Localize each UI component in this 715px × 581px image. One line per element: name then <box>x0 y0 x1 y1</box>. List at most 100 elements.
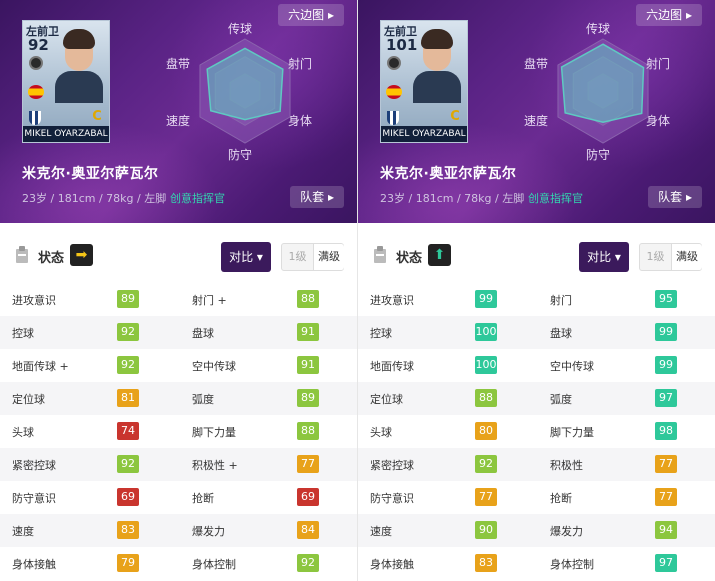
stat-name: 防守意识 <box>12 492 56 505</box>
stat-row: 紧密控球 92 积极性 + 77 <box>0 448 357 481</box>
team-kit-button[interactable]: 队套 ▸ <box>648 186 702 208</box>
condition-arrow-icon[interactable]: ➡ <box>70 244 93 266</box>
hexagon-radar-chart: 传球 射门 身体 防守 速度 盘带 <box>518 18 688 163</box>
stat-row: 紧密控球 92 积极性 77 <box>358 448 715 481</box>
stat-name: 弧度 <box>192 393 214 406</box>
stat-name: 身体接触 <box>12 558 56 571</box>
radar-label-speed: 速度 <box>166 114 191 128</box>
condition-arrow-icon[interactable]: ⬆ <box>428 244 451 266</box>
stat-row: 进攻意识 89 射门 + 88 <box>0 283 357 316</box>
club-crest-icon <box>29 111 41 125</box>
team-emblem-icon <box>387 56 401 70</box>
stat-name: 头球 <box>12 426 34 439</box>
compare-label: 对比 <box>229 250 254 264</box>
player-header: 六边图 ▸ 左前卫 92 C MIKEL OYARZABAL 传球 射门 身体 … <box>0 0 357 223</box>
stat-value-badge: 90 <box>475 521 497 539</box>
radar-label-passing: 传球 <box>586 22 611 36</box>
player-panel-max: 六边图 ▸ 左前卫 101 C MIKEL OYARZABAL 传球 射门 身体… <box>358 0 715 581</box>
team-kit-button[interactable]: 队套 ▸ <box>290 186 344 208</box>
stat-name: 空中传球 <box>550 360 594 373</box>
player-panel-base: 六边图 ▸ 左前卫 92 C MIKEL OYARZABAL 传球 射门 身体 … <box>0 0 357 581</box>
stats-table: 进攻意识 89 射门 + 88 控球 92 盘球 91 地面传球 + 92 空中传球 91 定位球 81 弧… <box>0 283 357 580</box>
caret-right-icon: ▸ <box>685 8 692 22</box>
stat-name: 积极性 + <box>192 459 238 472</box>
level-toggle: 1级 满级 <box>639 243 702 271</box>
stat-name: 盘球 <box>550 327 572 340</box>
level-max-option[interactable]: 满级 <box>313 244 344 270</box>
stat-row: 地面传球 100 空中传球 99 <box>358 349 715 382</box>
stat-value-badge: 92 <box>117 455 139 473</box>
compare-dropdown[interactable]: 对比 ▾ <box>221 242 271 272</box>
stat-name: 抢断 <box>192 492 214 505</box>
card-type-letter: C <box>450 109 460 124</box>
condition-label: 状态 <box>396 251 423 266</box>
stat-value-badge: 92 <box>297 554 319 572</box>
stat-row: 定位球 81 弧度 89 <box>0 382 357 415</box>
player-info: 23岁 / 181cm / 78kg / 左脚 <box>22 192 167 205</box>
level-max-option[interactable]: 满级 <box>671 244 702 270</box>
player-name: 米克尔·奥亚尔萨瓦尔 <box>380 166 517 182</box>
radar-label-shooting: 射门 <box>646 57 671 71</box>
stat-value-badge: 92 <box>475 455 497 473</box>
stat-value-badge: 91 <box>297 323 319 341</box>
radar-label-shooting: 射门 <box>288 57 313 71</box>
player-card[interactable]: 左前卫 92 C MIKEL OYARZABAL <box>22 20 110 143</box>
team-kit-label: 队套 <box>300 190 325 204</box>
level-1-option[interactable]: 1级 <box>640 244 671 270</box>
radar-svg <box>557 38 649 144</box>
player-card[interactable]: 左前卫 101 C MIKEL OYARZABAL <box>380 20 468 143</box>
play-style-link[interactable]: 创意指挥官 <box>170 190 225 206</box>
stat-value-badge: 99 <box>655 356 677 374</box>
hexagon-view-button[interactable]: 六边图 ▸ <box>636 4 702 26</box>
stat-row: 身体接触 83 身体控制 97 <box>358 547 715 580</box>
stat-name: 头球 <box>370 426 392 439</box>
stats-table: 进攻意识 99 射门 95 控球 100 盘球 99 地面传球 100 空中传球 99 定位球 88 弧度 9… <box>358 283 715 580</box>
chevron-down-icon: ▾ <box>614 250 621 264</box>
stat-name: 空中传球 <box>192 360 236 373</box>
stat-value-badge: 77 <box>297 455 319 473</box>
stat-value-badge: 92 <box>117 323 139 341</box>
chevron-down-icon: ▾ <box>256 250 263 264</box>
stat-value-badge: 91 <box>297 356 319 374</box>
team-emblem-icon <box>29 56 43 70</box>
stat-name: 身体控制 <box>550 558 594 571</box>
level-1-option[interactable]: 1级 <box>282 244 313 270</box>
level-toggle: 1级 满级 <box>281 243 344 271</box>
hexagon-view-button[interactable]: 六边图 ▸ <box>278 4 344 26</box>
stat-row: 头球 80 脚下力量 98 <box>358 415 715 448</box>
stat-value-badge: 69 <box>297 488 319 506</box>
stat-name: 射门 <box>550 294 572 307</box>
stat-value-badge: 77 <box>475 488 497 506</box>
player-kit-icon <box>16 246 28 263</box>
stat-value-badge: 79 <box>117 554 139 572</box>
stat-value-badge: 83 <box>475 554 497 572</box>
stat-value-badge: 77 <box>655 455 677 473</box>
stat-name: 控球 <box>370 327 392 340</box>
card-type-letter: C <box>92 109 102 124</box>
stat-name: 紧密控球 <box>12 459 56 472</box>
radar-label-defending: 防守 <box>586 148 611 162</box>
spain-flag-icon <box>28 85 44 99</box>
stat-value-badge: 100 <box>475 323 497 341</box>
stat-name: 弧度 <box>550 393 572 406</box>
caret-right-icon: ▸ <box>327 190 334 204</box>
stat-value-badge: 97 <box>655 554 677 572</box>
stat-name: 速度 <box>370 525 392 538</box>
radar-label-dribbling: 盘带 <box>166 57 191 71</box>
stat-row: 地面传球 + 92 空中传球 91 <box>0 349 357 382</box>
stat-name: 身体接触 <box>370 558 414 571</box>
play-style-link[interactable]: 创意指挥官 <box>528 190 583 206</box>
stat-row: 控球 92 盘球 91 <box>0 316 357 349</box>
stat-row: 定位球 88 弧度 97 <box>358 382 715 415</box>
stats-toolbar: 状态 ⬆ 对比 ▾ 1级 满级 <box>358 233 715 277</box>
hexagon-radar-chart: 传球 射门 身体 防守 速度 盘带 <box>160 18 330 163</box>
player-kit-icon <box>374 246 386 263</box>
stat-value-badge: 99 <box>655 323 677 341</box>
condition-label: 状态 <box>38 251 65 266</box>
stat-value-badge: 99 <box>475 290 497 308</box>
caret-right-icon: ▸ <box>327 8 334 22</box>
stat-name: 定位球 <box>370 393 403 406</box>
stat-row: 控球 100 盘球 99 <box>358 316 715 349</box>
compare-dropdown[interactable]: 对比 ▾ <box>579 242 629 272</box>
stat-name: 脚下力量 <box>192 426 236 439</box>
